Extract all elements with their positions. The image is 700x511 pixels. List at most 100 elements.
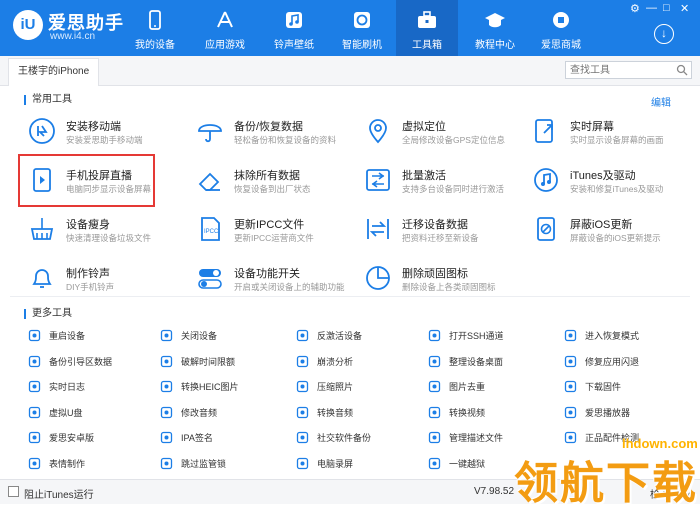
more-tools-title: 更多工具 bbox=[24, 309, 72, 319]
eraser-icon bbox=[198, 172, 220, 191]
more-tool-download-firmware[interactable]: 下载固件 bbox=[564, 378, 684, 395]
audio-edit-icon bbox=[160, 406, 173, 419]
search-icon[interactable] bbox=[676, 64, 688, 76]
tool-realtime-screen[interactable]: 实时屏幕 实时显示设备屏幕的画面 bbox=[532, 113, 697, 155]
more-tool-emoji[interactable]: 表情制作 bbox=[28, 455, 148, 472]
tool-migrate-data[interactable]: 迁移设备数据 把资料迁移至新设备 bbox=[364, 211, 529, 253]
toggle-icon bbox=[198, 269, 222, 289]
more-tool-label: 实时日志 bbox=[49, 382, 86, 392]
block-itunes-label: 阻止iTunes运行 bbox=[24, 490, 94, 501]
more-tool-log[interactable]: 实时日志 bbox=[28, 378, 148, 395]
more-tool-label: 整理设备桌面 bbox=[449, 357, 504, 367]
ssh-icon bbox=[428, 329, 441, 342]
more-tool-audio-convert[interactable]: 转换音频 bbox=[296, 404, 416, 421]
tool-batch-activate[interactable]: 批量激活 支持多台设备同时进行激活 bbox=[364, 162, 529, 204]
tool-block-ios-update[interactable]: 屏蔽iOS更新 屏蔽设备的iOS更新提示 bbox=[532, 211, 697, 253]
app-repair-icon bbox=[564, 355, 577, 368]
tool-itunes-driver[interactable]: iTunes及驱动 安装和修复iTunes及驱动 bbox=[532, 162, 697, 204]
dedupe-photo-icon bbox=[428, 380, 441, 393]
more-tool-app-repair[interactable]: 修复应用闪退 bbox=[564, 353, 684, 370]
more-tool-backup-boot[interactable]: 备份引导区数据 bbox=[28, 353, 148, 370]
settings-icon[interactable]: ⚙ bbox=[630, 2, 640, 15]
nav-toolbox[interactable]: 工具箱 bbox=[396, 0, 458, 56]
more-tool-screen-record[interactable]: 电脑录屏 bbox=[296, 455, 416, 472]
more-tool-usb-drive[interactable]: 虚拟U盘 bbox=[28, 404, 148, 421]
more-tool-label: 管理描述文件 bbox=[449, 433, 504, 443]
crash-analysis-icon bbox=[296, 355, 309, 368]
more-tool-compress-photo[interactable]: 压缩照片 bbox=[296, 378, 416, 395]
screen-record-icon bbox=[296, 457, 309, 470]
nav-ringtones[interactable]: 铃声壁纸 bbox=[263, 0, 325, 56]
more-tool-restart[interactable]: 重启设备 bbox=[28, 327, 148, 344]
tool-install-mobile[interactable]: 安装移动端 安装爱思助手移动端 bbox=[28, 113, 193, 155]
more-tool-label: 下载固件 bbox=[585, 382, 622, 392]
more-tool-deactivate[interactable]: 反激活设备 bbox=[296, 327, 416, 344]
more-tool-label: 破解时间限额 bbox=[181, 357, 236, 367]
device-tab[interactable]: 王楼宇的iPhone bbox=[8, 58, 100, 86]
more-tool-label: 表情制作 bbox=[49, 459, 86, 469]
more-tool-ipa-sign[interactable]: IPA签名 bbox=[160, 429, 280, 446]
section-divider bbox=[10, 296, 690, 297]
block-itunes-checkbox[interactable] bbox=[8, 486, 19, 497]
tool-virtual-location[interactable]: 虚拟定位 全局修改设备GPS定位信息 bbox=[364, 113, 529, 155]
close-icon[interactable]: ✕ bbox=[680, 2, 689, 15]
accessory-check-icon bbox=[564, 431, 577, 444]
tool-erase-all[interactable]: 抹除所有数据 恢复设备到出厂状态 bbox=[196, 162, 361, 204]
more-tool-label: 打开SSH通道 bbox=[449, 331, 504, 341]
more-tool-android[interactable]: 爱思安卓版 bbox=[28, 429, 148, 446]
nav-tutorials[interactable]: 教程中心 bbox=[464, 0, 526, 56]
more-tool-label: 备份引导区数据 bbox=[49, 357, 113, 367]
nav-flash[interactable]: 智能刷机 bbox=[331, 0, 393, 56]
nav-label: 教程中心 bbox=[475, 40, 515, 51]
screen-cast-icon bbox=[535, 119, 553, 143]
ipa-sign-icon bbox=[160, 431, 173, 444]
android-icon bbox=[28, 431, 41, 444]
bell-icon bbox=[32, 269, 52, 288]
minimize-icon[interactable]: — bbox=[646, 2, 657, 14]
more-tool-audio-edit[interactable]: 修改音频 bbox=[160, 404, 280, 421]
edit-link[interactable]: 编辑 bbox=[651, 94, 671, 109]
tool-backup-restore[interactable]: 备份/恢复数据 轻松备份和恢复设备的资料 bbox=[196, 113, 361, 155]
more-tool-label: 爱思安卓版 bbox=[49, 433, 95, 443]
pie-icon bbox=[366, 266, 390, 290]
more-tool-player[interactable]: 爱思播放器 bbox=[564, 404, 684, 421]
shop-icon bbox=[553, 12, 569, 28]
more-tool-label: 社交软件备份 bbox=[317, 433, 372, 443]
more-tool-label: 转换视频 bbox=[449, 408, 486, 418]
more-tool-label: 电脑录屏 bbox=[317, 459, 354, 469]
nav-label: 铃声壁纸 bbox=[274, 40, 314, 51]
i4-mobile-icon bbox=[29, 118, 55, 144]
more-tool-social-backup[interactable]: 社交软件备份 bbox=[296, 429, 416, 446]
backup-boot-icon bbox=[28, 355, 41, 368]
nav-apps-games[interactable]: 应用游戏 bbox=[194, 0, 256, 56]
more-tool-video-convert[interactable]: 转换视频 bbox=[428, 404, 548, 421]
download-icon[interactable]: ↓ bbox=[654, 24, 674, 44]
heic-icon bbox=[160, 380, 173, 393]
more-tool-power[interactable]: 关闭设备 bbox=[160, 327, 280, 344]
tool-update-ipcc[interactable]: IPCC 更新IPCC文件 更新IPCC运营商文件 bbox=[196, 211, 361, 253]
more-tool-hourglass[interactable]: 破解时间限额 bbox=[160, 353, 280, 370]
nav-label: 工具箱 bbox=[412, 40, 442, 51]
music-icon bbox=[286, 12, 302, 28]
common-tools-title: 常用工具 bbox=[24, 95, 72, 105]
toolbox-icon bbox=[418, 11, 436, 28]
more-tool-desktop-organize[interactable]: 整理设备桌面 bbox=[428, 353, 548, 370]
more-tool-ssh[interactable]: 打开SSH通道 bbox=[428, 327, 548, 344]
tool-slim-device[interactable]: 设备瘦身 快速清理设备垃圾文件 bbox=[28, 211, 193, 253]
more-tool-label: 图片去重 bbox=[449, 382, 486, 392]
more-tool-crash-analysis[interactable]: 崩溃分析 bbox=[296, 353, 416, 370]
restart-icon bbox=[28, 329, 41, 342]
more-tool-label: 一键越狱 bbox=[449, 459, 486, 469]
more-tool-dedupe-photo[interactable]: 图片去重 bbox=[428, 378, 548, 395]
more-tool-lock[interactable]: 跳过监管锁 bbox=[160, 455, 280, 472]
more-tool-label: 反激活设备 bbox=[317, 331, 363, 341]
nav-shop[interactable]: 爱思商城 bbox=[530, 0, 592, 56]
graduation-icon bbox=[485, 13, 505, 28]
maximize-icon[interactable]: □ bbox=[663, 2, 670, 14]
search-input[interactable] bbox=[565, 61, 692, 79]
nav-my-device[interactable]: 我的设备 bbox=[124, 0, 186, 56]
more-tool-recovery[interactable]: 进入恢复模式 bbox=[564, 327, 684, 344]
more-tool-profile-manage[interactable]: 管理描述文件 bbox=[428, 429, 548, 446]
umbrella-icon bbox=[198, 124, 222, 143]
more-tool-heic[interactable]: 转换HEIC图片 bbox=[160, 378, 280, 395]
